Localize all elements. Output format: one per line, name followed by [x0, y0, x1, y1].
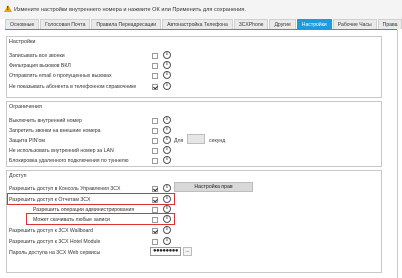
tab-other[interactable]: Другие — [269, 19, 296, 29]
info-circle-icon[interactable]: i — [163, 71, 171, 79]
hotel-module-access-label: Разрешить доступ к 3CX Hotel Module — [9, 239, 101, 245]
management-console-access-checkbox[interactable] — [152, 186, 158, 192]
no-lan-extension-label: Не использовать внутренний номер за LAN — [9, 148, 114, 154]
call-filtering-checkbox[interactable] — [152, 63, 158, 69]
block-external-calls-checkbox[interactable] — [152, 128, 158, 134]
tab-3cxphone[interactable]: 3CXPhone — [233, 19, 269, 29]
hide-from-phonebook-label: Не показывать абонента в телефонном спра… — [9, 84, 137, 90]
web-services-password-input[interactable]: ●●●●●●●● — [150, 247, 181, 256]
pin-seconds-input[interactable] — [187, 134, 205, 144]
tab-phone-provisioning[interactable]: Автонастройка Телефона — [162, 19, 233, 29]
hide-from-phonebook-checkbox[interactable] — [152, 84, 158, 90]
tab-bar: Основные Голосовая Почта Правила Переадр… — [5, 19, 402, 29]
tab-office-hours[interactable]: Рабочие Часы — [332, 19, 377, 29]
management-console-access-label: Разрешить доступ в Консоль Управления 3C… — [9, 186, 121, 192]
info-circle-icon[interactable]: i — [163, 237, 171, 245]
no-lan-extension-checkbox[interactable] — [152, 148, 158, 154]
tab-general[interactable]: Основные — [5, 19, 40, 29]
record-all-calls-label: Записывать все звонки — [9, 53, 65, 59]
download-recordings-highlight — [26, 213, 175, 225]
pin-protection-checkbox[interactable] — [152, 138, 158, 144]
warning-icon — [4, 5, 12, 12]
block-tunnel-label: Блокировка удаленного подключения по тун… — [9, 158, 129, 164]
info-circle-icon[interactable]: i — [163, 184, 171, 192]
password-options-button[interactable]: ... — [183, 247, 192, 256]
info-circle-icon[interactable]: i — [163, 226, 171, 234]
tab-underline — [5, 29, 397, 30]
tab-forwarding-rules[interactable]: Правила Переадресации — [91, 19, 162, 29]
web-services-password-label: Пароль доступа на 3CX Web сервисы — [9, 250, 101, 256]
call-filtering-label: Фильтрация вызовов ВКЛ — [9, 63, 71, 69]
info-circle-icon[interactable]: i — [163, 146, 171, 154]
disable-extension-label: Выключить внутренний номер — [9, 118, 82, 124]
missed-calls-email-checkbox[interactable] — [152, 73, 158, 79]
block-external-calls-label: Запретить звонки на внешние номера — [9, 128, 101, 134]
pin-for-label: Для — [174, 138, 184, 144]
record-all-calls-checkbox[interactable] — [152, 53, 158, 59]
info-circle-icon[interactable]: i — [163, 82, 171, 90]
tab-settings[interactable]: Настройки — [296, 19, 332, 29]
info-circle-icon[interactable]: i — [163, 126, 171, 134]
info-circle-icon[interactable]: i — [163, 61, 171, 69]
disable-extension-checkbox[interactable] — [152, 118, 158, 124]
info-text: Измените настройки внутреннего номера и … — [14, 7, 246, 13]
wallboard-access-checkbox[interactable] — [152, 228, 158, 234]
missed-calls-email-label: Отправлять email о пропущенных вызовах — [9, 73, 112, 79]
block-tunnel-checkbox[interactable] — [152, 158, 158, 164]
configure-rights-button[interactable]: Настройка прав — [174, 182, 253, 192]
info-bar: Измените настройки внутреннего номера и … — [0, 0, 402, 19]
reports-access-highlight — [7, 193, 175, 205]
info-circle-icon[interactable]: i — [163, 156, 171, 164]
panel-edge — [397, 30, 398, 278]
tab-rights[interactable]: Права — [377, 19, 402, 29]
pin-seconds-label: секунд — [209, 138, 226, 144]
tab-voicemail[interactable]: Голосовая Почта — [40, 19, 91, 29]
hotel-module-access-checkbox[interactable] — [152, 239, 158, 245]
info-circle-icon[interactable]: i — [163, 136, 171, 144]
wallboard-access-label: Разрешить доступ к 3CX Wallboard — [9, 228, 94, 234]
access-section-title: Доступ — [9, 173, 27, 179]
settings-section-title: Настройки — [9, 39, 36, 45]
info-circle-icon[interactable]: i — [163, 205, 171, 213]
restrictions-section-title: Ограничения — [9, 104, 42, 110]
pin-protection-label: Защита PIN'ом — [9, 138, 45, 144]
info-circle-icon[interactable]: i — [163, 116, 171, 124]
info-circle-icon[interactable]: i — [163, 51, 171, 59]
